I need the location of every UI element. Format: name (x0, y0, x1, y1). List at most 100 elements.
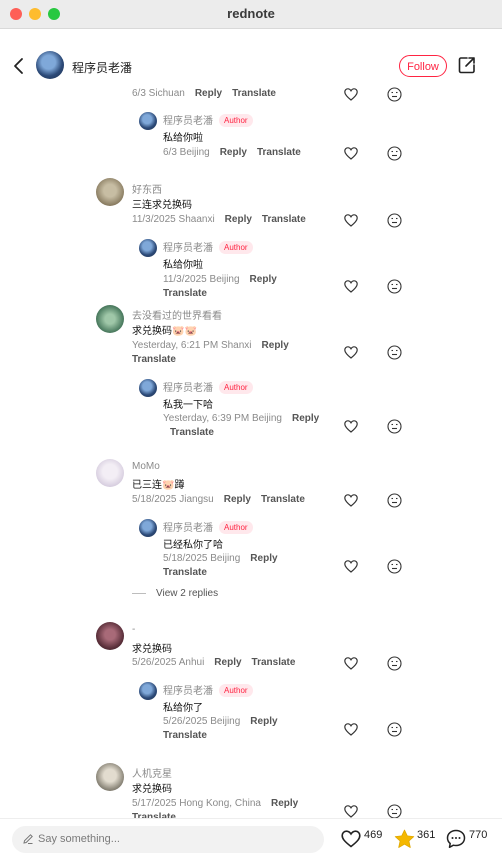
reply-text: 私给你啦 (163, 133, 203, 144)
dislike-face-icon[interactable] (387, 559, 402, 574)
reply-author-name[interactable]: 程序员老潘 (163, 686, 213, 697)
avatar[interactable] (96, 305, 124, 333)
reply-button[interactable]: Reply (292, 413, 319, 424)
avatar[interactable] (96, 622, 124, 650)
window-title: rednote (227, 6, 275, 21)
avatar[interactable] (96, 763, 124, 791)
comment-author-name[interactable]: 好东西 (132, 181, 162, 196)
heart-icon[interactable] (344, 723, 358, 736)
comment-author-name[interactable]: 人机克星 (132, 765, 172, 780)
comment-author-name[interactable]: - (132, 624, 135, 635)
comment-count: 770 (469, 829, 488, 841)
heart-icon[interactable] (344, 280, 358, 293)
dislike-face-icon[interactable] (387, 722, 402, 737)
avatar[interactable] (96, 178, 124, 206)
reply-text: 私我一下哈 (163, 400, 213, 411)
translate-button[interactable]: Translate (163, 730, 207, 741)
translate-button[interactable]: Translate (232, 88, 276, 99)
translate-button[interactable]: Translate (163, 567, 207, 578)
view-replies-button[interactable]: View 2 replies (132, 588, 218, 599)
heart-icon[interactable] (344, 420, 358, 433)
dislike-face-icon[interactable] (387, 87, 402, 102)
author-avatar[interactable] (36, 51, 64, 79)
reply-button[interactable]: Reply (250, 716, 277, 727)
heart-icon[interactable] (344, 88, 358, 101)
translate-button[interactable]: Translate (132, 354, 176, 365)
translate-button[interactable]: Translate (163, 288, 207, 299)
reply-button[interactable]: Reply (225, 214, 252, 225)
reply-button[interactable]: Reply (224, 494, 251, 505)
comment-meta: 5/18/2025 Jiangsu (132, 494, 214, 505)
translate-button[interactable]: Translate (252, 657, 296, 668)
comment-meta: 5/26/2025 Anhui (132, 657, 205, 668)
translate-button[interactable]: Translate (262, 214, 306, 225)
reply-button[interactable]: Reply (220, 147, 247, 158)
heart-icon[interactable] (344, 214, 358, 227)
author-badge: Author (219, 381, 253, 394)
author-badge: Author (219, 684, 253, 697)
comment-meta: 11/3/2025 Beijing (163, 274, 240, 285)
comment-author-name[interactable]: MoMo (132, 461, 160, 472)
dislike-face-icon[interactable] (387, 419, 402, 434)
translate-button[interactable]: Translate (170, 427, 214, 438)
avatar[interactable] (96, 459, 124, 487)
reply-text: 私给你啦 (163, 260, 203, 271)
avatar[interactable] (139, 239, 157, 257)
comment-input-placeholder: Say something... (38, 833, 120, 845)
dislike-face-icon[interactable] (387, 656, 402, 671)
comment-author-name[interactable]: 去没看过的世界看看 (132, 307, 222, 322)
heart-icon[interactable] (344, 147, 358, 160)
reply-button[interactable]: Reply (214, 657, 241, 668)
translate-button[interactable]: Translate (257, 147, 301, 158)
heart-icon[interactable] (344, 560, 358, 573)
comment-meta: 6/3 Sichuan (132, 88, 185, 99)
back-arrow-icon[interactable] (12, 56, 26, 76)
comment-meta: 5/18/2025 Beijing (163, 553, 241, 564)
reply-button[interactable]: Reply (250, 274, 277, 285)
window-titlebar: rednote (0, 0, 502, 29)
reply-author-name[interactable]: 程序员老潘 (163, 523, 213, 534)
comment-meta: 6/3 Beijing (163, 147, 210, 158)
reply-author-name[interactable]: 程序员老潘 (163, 383, 213, 394)
reply-button[interactable]: Reply (250, 553, 277, 564)
avatar[interactable] (139, 112, 157, 130)
avatar[interactable] (139, 682, 157, 700)
comment-meta: 5/26/2025 Beijing (163, 716, 241, 727)
reply-text: 私给你了 (163, 703, 203, 714)
avatar[interactable] (139, 379, 157, 397)
translate-button[interactable]: Translate (261, 494, 305, 505)
follow-button[interactable]: Follow (399, 55, 447, 77)
comment-text: 已三连🐷蹲 (132, 480, 185, 491)
author-badge: Author (219, 521, 253, 534)
reply-author-name[interactable]: 程序员老潘 (163, 243, 213, 254)
dislike-face-icon[interactable] (387, 279, 402, 294)
comment-text: 求兑换码🐷🐷 (132, 326, 197, 337)
reply-button[interactable]: Reply (262, 340, 289, 351)
comment-text: 三连求兑换码 (132, 200, 192, 211)
comment-meta: Yesterday, 6:39 PM Beijing (163, 413, 282, 424)
like-count: 469 (364, 829, 383, 841)
comment-text: 求兑换码 (132, 644, 172, 655)
author-name[interactable]: 程序员老潘 (72, 59, 132, 76)
note-header: 程序员老潘 Follow (0, 48, 502, 86)
dislike-face-icon[interactable] (387, 493, 402, 508)
star-icon[interactable] (394, 829, 415, 849)
dislike-face-icon[interactable] (387, 213, 402, 228)
dislike-face-icon[interactable] (387, 345, 402, 360)
like-heart-icon[interactable] (341, 830, 361, 848)
dislike-face-icon[interactable] (387, 146, 402, 161)
comment-bubble-icon[interactable] (446, 829, 466, 849)
author-badge: Author (219, 241, 253, 254)
reply-button[interactable]: Reply (195, 88, 222, 99)
dislike-face-icon[interactable] (387, 804, 402, 818)
reply-author-name[interactable]: 程序员老潘 (163, 116, 213, 127)
share-icon[interactable] (458, 56, 476, 74)
heart-icon[interactable] (344, 346, 358, 359)
heart-icon[interactable] (344, 805, 358, 818)
comment-input[interactable]: Say something... (12, 826, 324, 853)
avatar[interactable] (139, 519, 157, 537)
reply-button[interactable]: Reply (271, 798, 298, 809)
heart-icon[interactable] (344, 494, 358, 507)
heart-icon[interactable] (344, 657, 358, 670)
comment-meta: Yesterday, 6:21 PM Shanxi (132, 340, 252, 351)
